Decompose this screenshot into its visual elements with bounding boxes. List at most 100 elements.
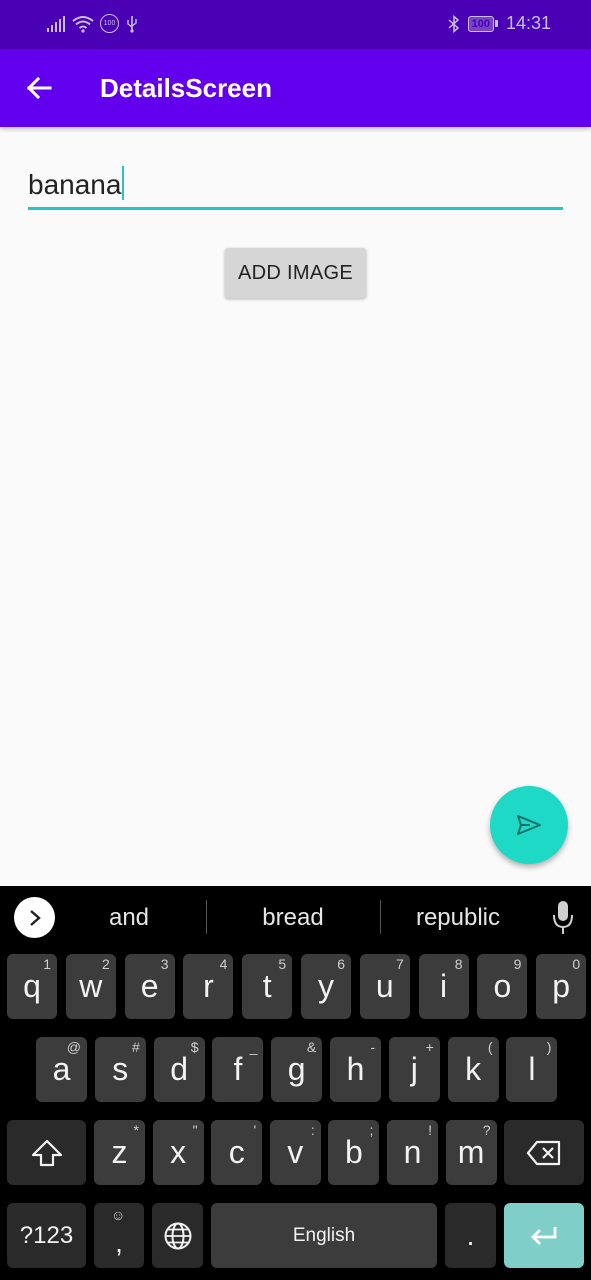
key-letter: s bbox=[112, 1051, 129, 1087]
name-input-value[interactable]: banana bbox=[28, 166, 125, 201]
shift-icon bbox=[31, 1139, 62, 1166]
key-t[interactable]: t5 bbox=[242, 954, 293, 1019]
key-letter: k bbox=[465, 1051, 482, 1087]
key-k[interactable]: k( bbox=[447, 1037, 499, 1102]
key-g[interactable]: g & bbox=[271, 1037, 323, 1102]
enter-key[interactable] bbox=[504, 1203, 584, 1268]
bluetooth-icon bbox=[448, 14, 459, 33]
app-bar: DetailsScreen bbox=[0, 49, 591, 127]
key-letter: a bbox=[52, 1051, 71, 1087]
key-secondary-symbol: - bbox=[370, 1039, 375, 1055]
key-x[interactable]: x " bbox=[152, 1120, 204, 1185]
period-key-label: . bbox=[466, 1219, 475, 1251]
key-secondary-symbol: # bbox=[132, 1039, 140, 1055]
key-secondary-symbol: 6 bbox=[337, 956, 345, 972]
key-letter: m bbox=[457, 1134, 485, 1170]
screen: 100 100 14:31 DetailsScreen banana ADD I… bbox=[0, 0, 591, 1280]
key-letter: l bbox=[528, 1051, 536, 1087]
key-secondary-symbol: 7 bbox=[396, 956, 404, 972]
key-letter: q bbox=[23, 968, 41, 1004]
arrow-back-icon bbox=[26, 77, 52, 99]
usb-icon bbox=[127, 15, 137, 33]
backspace-key[interactable] bbox=[504, 1120, 584, 1185]
status-icons-right: 100 14:31 bbox=[448, 13, 551, 34]
suggestion-divider bbox=[206, 900, 207, 934]
key-r[interactable]: r4 bbox=[183, 954, 234, 1019]
key-secondary-symbol: 0 bbox=[572, 956, 581, 972]
enter-icon bbox=[531, 1226, 557, 1245]
key-letter: e bbox=[140, 968, 159, 1004]
microphone-icon[interactable] bbox=[551, 900, 575, 936]
globe-icon bbox=[164, 1222, 191, 1249]
comma-key[interactable]: ☺ , bbox=[94, 1203, 144, 1268]
key-secondary-symbol: ( bbox=[487, 1039, 493, 1055]
key-letter: h bbox=[346, 1051, 365, 1087]
key-p[interactable]: p0 bbox=[536, 954, 587, 1019]
period-key[interactable]: . bbox=[445, 1203, 496, 1268]
key-secondary-symbol: 1 bbox=[43, 956, 51, 972]
key-letter: c bbox=[228, 1134, 245, 1170]
key-letter: n bbox=[403, 1134, 422, 1170]
shift-key[interactable] bbox=[7, 1120, 86, 1185]
key-u[interactable]: u7 bbox=[359, 954, 410, 1019]
add-image-button[interactable]: ADD IMAGE bbox=[225, 248, 366, 298]
key-c[interactable]: c ' bbox=[211, 1120, 263, 1185]
key-secondary-symbol: 4 bbox=[219, 956, 228, 972]
key-letter: j bbox=[410, 1051, 418, 1087]
key-n[interactable]: n! bbox=[387, 1120, 438, 1185]
key-secondary-symbol: ; bbox=[369, 1122, 374, 1138]
page-title: DetailsScreen bbox=[100, 73, 272, 103]
key-letter: x bbox=[170, 1134, 187, 1170]
key-v[interactable]: v: bbox=[269, 1120, 321, 1185]
key-secondary-symbol: 5 bbox=[278, 956, 287, 972]
key-m[interactable]: m? bbox=[445, 1120, 497, 1185]
key-l[interactable]: l) bbox=[506, 1037, 558, 1102]
expand-toolbar-button[interactable] bbox=[14, 897, 55, 938]
text-cursor bbox=[122, 166, 125, 200]
key-secondary-symbol: * bbox=[133, 1122, 139, 1138]
data-saver-label: 100 bbox=[103, 20, 116, 27]
language-key[interactable] bbox=[152, 1203, 203, 1268]
key-secondary-symbol: + bbox=[425, 1039, 434, 1055]
emoji-icon: ☺ bbox=[111, 1207, 126, 1223]
symbols-key[interactable]: ?123 bbox=[7, 1203, 86, 1268]
key-letter: z bbox=[111, 1134, 128, 1170]
send-icon bbox=[517, 815, 541, 835]
key-j[interactable]: j + bbox=[388, 1037, 440, 1102]
send-fab-button[interactable] bbox=[490, 786, 568, 864]
key-d[interactable]: d $ bbox=[153, 1037, 205, 1102]
key-q[interactable]: q1 bbox=[7, 954, 57, 1019]
wifi-icon bbox=[72, 15, 94, 33]
key-f[interactable]: f _ bbox=[212, 1037, 264, 1102]
suggestion-divider bbox=[380, 900, 381, 934]
suggestion-3[interactable]: republic bbox=[396, 904, 520, 932]
suggestion-strip: and bread republic bbox=[0, 886, 591, 950]
back-button[interactable] bbox=[20, 69, 58, 107]
key-letter: o bbox=[493, 968, 512, 1004]
data-saver-icon: 100 bbox=[100, 14, 119, 33]
space-key[interactable]: English bbox=[211, 1203, 437, 1268]
key-secondary-symbol: & bbox=[306, 1039, 317, 1055]
key-b[interactable]: b; bbox=[328, 1120, 380, 1185]
key-letter: p bbox=[552, 968, 571, 1004]
suggestion-2[interactable]: bread bbox=[230, 904, 356, 932]
key-e[interactable]: e3 bbox=[124, 954, 175, 1019]
key-secondary-symbol: 2 bbox=[102, 956, 110, 972]
key-s[interactable]: s # bbox=[94, 1037, 146, 1102]
key-i[interactable]: i8 bbox=[418, 954, 469, 1019]
key-letter: g bbox=[287, 1051, 306, 1087]
status-icons-left: 100 bbox=[46, 14, 139, 33]
key-z[interactable]: z * bbox=[94, 1120, 145, 1185]
name-input[interactable]: banana bbox=[28, 160, 563, 210]
key-h[interactable]: h- bbox=[330, 1037, 381, 1102]
key-letter: f bbox=[233, 1051, 243, 1087]
suggestion-1[interactable]: and bbox=[80, 904, 178, 932]
key-o[interactable]: o9 bbox=[477, 954, 528, 1019]
key-secondary-symbol: : bbox=[310, 1122, 315, 1138]
clock: 14:31 bbox=[505, 13, 551, 33]
key-secondary-symbol: " bbox=[192, 1122, 198, 1138]
key-a[interactable]: a @ bbox=[36, 1037, 87, 1102]
key-y[interactable]: y6 bbox=[301, 954, 351, 1019]
key-w[interactable]: w2 bbox=[65, 954, 116, 1019]
key-secondary-symbol: 9 bbox=[513, 956, 522, 972]
